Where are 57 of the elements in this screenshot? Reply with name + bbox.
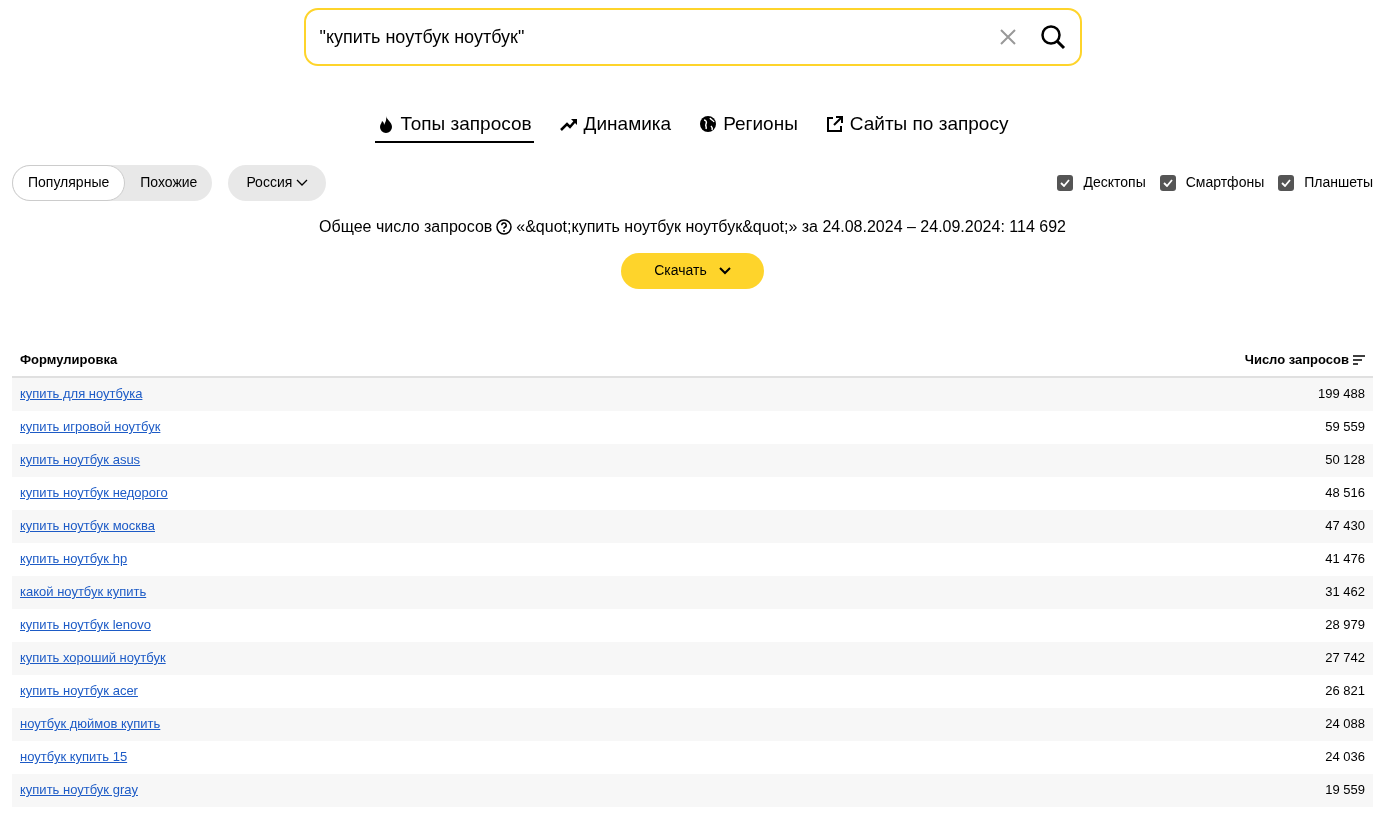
count-cell-text: 31 462: [1325, 583, 1365, 602]
count-cell-text: 47 430: [1325, 517, 1365, 536]
count-cell-text: 199 488: [1318, 385, 1365, 404]
mode-option[interactable]: Популярные: [12, 164, 126, 201]
phrase-link[interactable]: какой ноутбук купить: [20, 582, 147, 602]
search-field[interactable]: "купить ноутбук ноутбук": [303, 8, 1082, 66]
chevron-down-icon: [718, 266, 731, 275]
count-cell-text: 48 516: [1325, 484, 1365, 503]
phrase-link[interactable]: купить ноутбук acer: [20, 681, 138, 701]
count-cell-text: 26 821: [1325, 682, 1365, 701]
column-header[interactable]: Число запросов: [1244, 350, 1349, 370]
checkmark-icon: [1281, 178, 1292, 187]
count-cell-text: 59 559: [1325, 418, 1365, 437]
checkmark-icon: [1060, 178, 1071, 187]
checkbox[interactable]: [1278, 174, 1295, 191]
phrase-link[interactable]: ноутбук купить 15: [20, 747, 128, 767]
count-cell-text: 28 979: [1325, 616, 1365, 635]
help-icon[interactable]: [496, 218, 513, 235]
search-icon[interactable]: [1039, 24, 1066, 50]
phrase-link[interactable]: купить ноутбук lenovo: [20, 615, 151, 635]
phrase-link[interactable]: купить хороший ноутбук: [20, 648, 166, 668]
chevron-down-icon: [296, 178, 309, 187]
checkbox[interactable]: [1159, 174, 1176, 191]
column-header: Формулировка: [20, 351, 118, 370]
phrase-link[interactable]: купить ноутбук gray: [20, 780, 138, 800]
phrase-link[interactable]: ноутбук дюймов купить: [20, 714, 161, 734]
mode-option[interactable]: Похожие: [125, 164, 213, 201]
count-cell-text: 50 128: [1325, 451, 1365, 470]
summary-label: Общее число запросов: [319, 216, 493, 237]
checkbox[interactable]: [1057, 174, 1074, 191]
checkmark-icon: [1162, 178, 1173, 187]
phrase-link[interactable]: купить ноутбук asus: [20, 450, 141, 470]
phrase-link[interactable]: купить игровой ноутбук: [20, 417, 161, 437]
checkbox-label: Десктопы: [1083, 173, 1146, 192]
phrase-link[interactable]: купить для ноутбука: [20, 384, 143, 404]
region-dropdown[interactable]: Россия: [228, 164, 327, 201]
phrase-link[interactable]: купить ноутбук недорого: [20, 483, 168, 503]
download-button[interactable]: Скачать: [621, 252, 764, 289]
count-cell-text: 24 036: [1325, 748, 1365, 767]
checkbox-label: Смартфоны: [1185, 173, 1265, 192]
count-cell-text: 27 742: [1325, 649, 1365, 668]
count-cell-text: 41 476: [1325, 550, 1365, 569]
tab[interactable]: Регионы: [697, 110, 800, 143]
count-cell-text: 24 088: [1325, 715, 1365, 734]
mode-switch[interactable]: Популярные Похожие: [12, 164, 213, 201]
tab[interactable]: Динамика: [557, 110, 674, 143]
count-cell-text: 19 559: [1325, 781, 1365, 800]
checkbox-label: Планшеты: [1304, 173, 1373, 192]
sort-icon[interactable]: [1353, 355, 1365, 365]
phrase-link[interactable]: купить ноутбук hp: [20, 549, 128, 569]
summary-text: «&quot;купить ноутбук ноутбук&quot;» за 24.08.2024 – 24.09.2024: 114 692: [516, 216, 1066, 237]
clear-icon[interactable]: [999, 29, 1016, 45]
phrase-link[interactable]: купить ноутбук москва: [20, 516, 155, 536]
tab[interactable]: Сайты по запросу: [823, 110, 1011, 143]
globe-icon: [699, 115, 718, 134]
tab[interactable]: Топы запросов: [374, 110, 534, 143]
external-link-icon: [825, 115, 844, 134]
